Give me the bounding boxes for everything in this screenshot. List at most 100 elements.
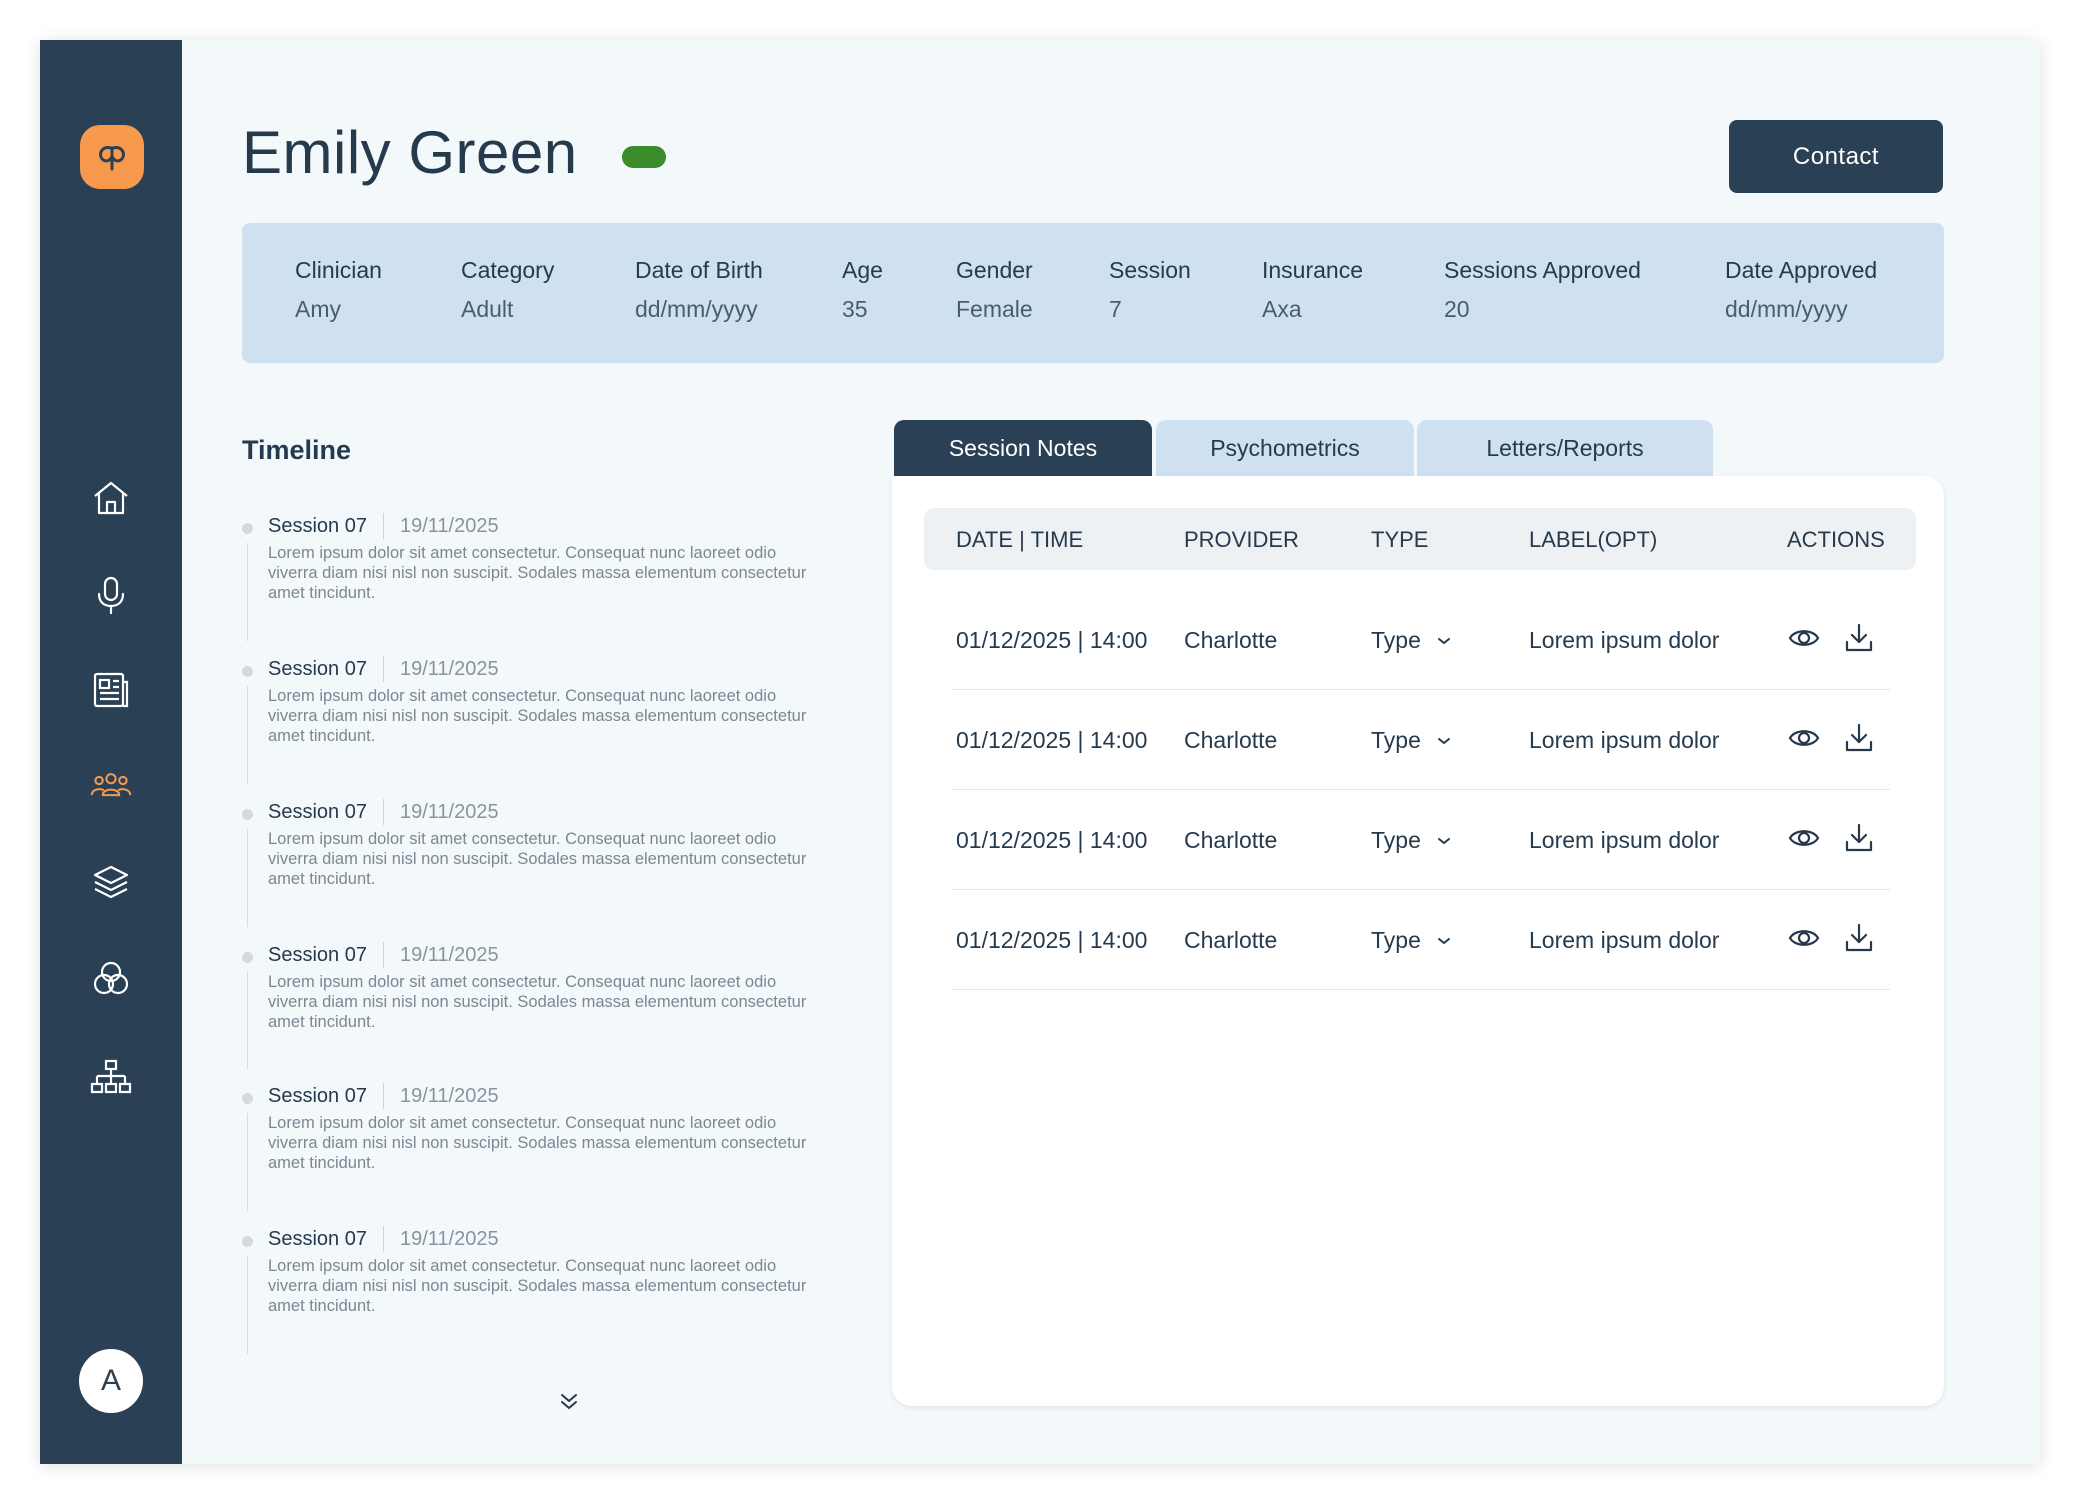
nav-microphone[interactable] <box>75 559 147 631</box>
download-button[interactable] <box>1839 618 1879 658</box>
table-row[interactable]: 01/12/2025 | 14:00 Charlotte Type Lorem … <box>952 790 1890 890</box>
timeline-session: Session 07 <box>268 514 367 537</box>
column-actions: ACTIONS <box>1787 527 1885 552</box>
info-value: dd/mm/yyyy <box>635 296 758 322</box>
type-value: Type <box>1371 627 1421 653</box>
timeline-header: Session 07 19/11/2025 <box>268 656 499 682</box>
timeline-date: 19/11/2025 <box>399 943 499 966</box>
info-date-approved: Date Approved dd/mm/yyyy <box>1725 257 1877 323</box>
type-dropdown[interactable]: Type <box>1371 827 1453 854</box>
timeline-dot <box>242 666 253 677</box>
table-row[interactable]: 01/12/2025 | 14:00 Charlotte Type Lorem … <box>952 690 1890 790</box>
column-type[interactable]: TYPE <box>1371 527 1428 553</box>
timeline-date: 19/11/2025 <box>399 800 499 823</box>
timeline-text: Lorem ipsum dolor sit amet consectetur. … <box>268 1257 807 1315</box>
cp-logo-icon[interactable] <box>80 125 144 189</box>
contact-button[interactable]: Contact <box>1729 120 1943 193</box>
cell-label: Lorem ipsum dolor <box>1529 827 1720 853</box>
view-button[interactable] <box>1784 918 1824 958</box>
timeline-dot <box>242 523 253 534</box>
type-value: Type <box>1371 927 1421 953</box>
timeline-title: Timeline <box>242 435 352 465</box>
info-label: Date Approved <box>1725 257 1878 283</box>
session-notes-panel: DATE | TIME PROVIDER TYPE LABEL(OPT) ACT… <box>892 476 1944 1406</box>
timeline-line <box>247 972 248 1070</box>
info-gender: Gender Female <box>956 257 1033 323</box>
type-dropdown[interactable]: Type <box>1371 727 1453 754</box>
timeline-text: Lorem ipsum dolor sit amet consectetur. … <box>268 687 807 745</box>
tab-letters-reports[interactable]: Letters/Reports <box>1417 420 1713 476</box>
timeline-dot <box>242 952 253 963</box>
timeline-load-more[interactable] <box>554 1386 584 1416</box>
info-label: Clinician <box>295 257 382 283</box>
info-label: Gender <box>956 257 1033 283</box>
column-provider[interactable]: PROVIDER <box>1184 527 1299 553</box>
download-button[interactable] <box>1839 918 1879 958</box>
nav-circles[interactable] <box>75 943 147 1015</box>
home-icon <box>94 481 128 515</box>
view-button[interactable] <box>1784 718 1824 758</box>
timeline-text: Lorem ipsum dolor sit amet consectetur. … <box>268 973 807 1031</box>
venn-circles-icon <box>93 961 129 995</box>
download-button[interactable] <box>1839 718 1879 758</box>
timeline-session: Session 07 <box>268 1084 367 1107</box>
status-indicator <box>622 146 666 168</box>
download-icon <box>1845 923 1873 952</box>
info-value: Axa <box>1262 296 1302 322</box>
clients-group-icon <box>90 773 132 797</box>
timeline-date: 19/11/2025 <box>399 1084 499 1107</box>
nav-layers[interactable] <box>75 847 147 919</box>
info-value: Female <box>956 296 1033 322</box>
type-dropdown[interactable]: Type <box>1371 927 1453 954</box>
chevrons-down-icon <box>561 1394 577 1409</box>
user-avatar[interactable]: A <box>79 1349 143 1413</box>
timeline-text: Lorem ipsum dolor sit amet consectetur. … <box>268 1114 807 1172</box>
info-label: Insurance <box>1262 257 1364 283</box>
timeline-line <box>247 543 248 641</box>
info-insurance: Insurance Axa <box>1262 257 1363 323</box>
timeline-separator <box>382 1226 384 1252</box>
tab-psychometrics[interactable]: Psychometrics <box>1156 420 1414 476</box>
cell-datetime: 01/12/2025 | 14:00 <box>956 627 1148 653</box>
download-button[interactable] <box>1839 818 1879 858</box>
timeline-separator <box>382 513 384 539</box>
microphone-icon <box>97 576 125 615</box>
download-icon <box>1845 823 1873 852</box>
view-button[interactable] <box>1784 618 1824 658</box>
type-dropdown[interactable]: Type <box>1371 627 1453 654</box>
cell-datetime: 01/12/2025 | 14:00 <box>956 927 1148 953</box>
info-label: Category <box>461 257 555 283</box>
nav-notes[interactable] <box>75 654 147 726</box>
nav-clients[interactable] <box>75 750 147 822</box>
info-date-of-birth: Date of Birth dd/mm/yyyy <box>635 257 763 323</box>
app-window: A Emily Green Contact Clinician Amy Cate… <box>40 40 2040 1464</box>
layers-icon <box>93 865 129 899</box>
download-icon <box>1845 623 1873 652</box>
cell-label: Lorem ipsum dolor <box>1529 627 1720 653</box>
table-row[interactable]: 01/12/2025 | 14:00 Charlotte Type Lorem … <box>952 590 1890 690</box>
nav-home[interactable] <box>75 462 147 534</box>
column-date-time[interactable]: DATE | TIME <box>956 527 1083 553</box>
cell-datetime: 01/12/2025 | 14:00 <box>956 827 1148 853</box>
cell-datetime: 01/12/2025 | 14:00 <box>956 727 1148 753</box>
timeline-line <box>247 1256 248 1354</box>
tab-session-notes[interactable]: Session Notes <box>894 420 1152 476</box>
timeline-date: 19/11/2025 <box>399 1227 499 1250</box>
timeline-line <box>247 686 248 784</box>
cell-label: Lorem ipsum dolor <box>1529 727 1720 753</box>
timeline-line <box>247 1113 248 1211</box>
column-label[interactable]: LABEL(OPT) <box>1529 527 1657 553</box>
timeline-session: Session 07 <box>268 657 367 680</box>
info-age: Age 35 <box>842 257 883 323</box>
info-label: Sessions Approved <box>1444 257 1641 283</box>
nav-organization[interactable] <box>75 1042 147 1114</box>
cell-label: Lorem ipsum dolor <box>1529 927 1720 953</box>
info-session: Session 7 <box>1109 257 1191 323</box>
timeline-session: Session 07 <box>268 800 367 823</box>
client-info-bar: Clinician Amy Category Adult Date of Bir… <box>242 223 1944 363</box>
table-row[interactable]: 01/12/2025 | 14:00 Charlotte Type Lorem … <box>952 890 1890 990</box>
cell-provider: Charlotte <box>1184 627 1278 653</box>
info-value: Amy <box>295 296 341 322</box>
timeline-dot <box>242 1236 253 1247</box>
view-button[interactable] <box>1784 818 1824 858</box>
